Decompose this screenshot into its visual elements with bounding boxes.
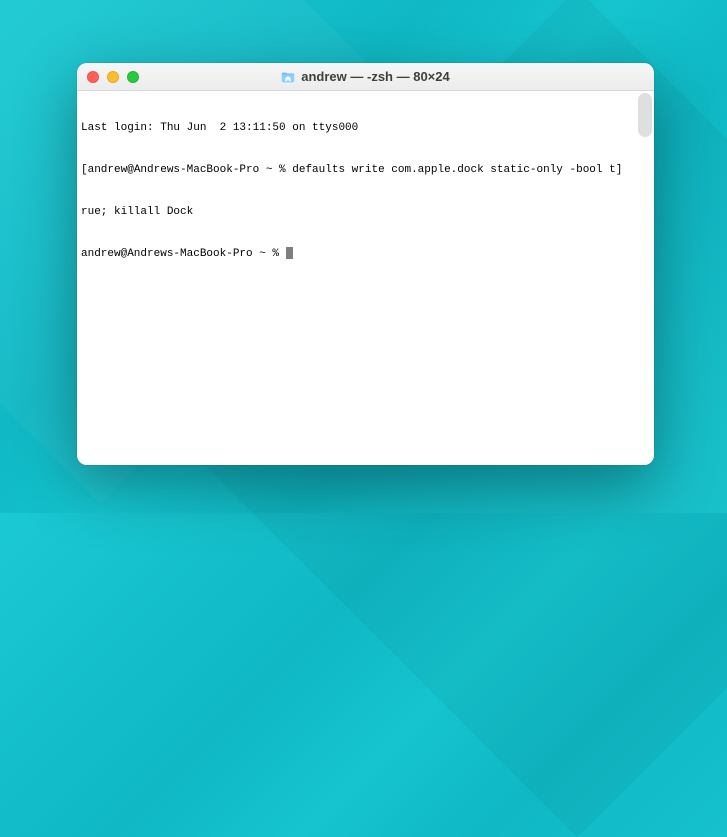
prompt-2: andrew@Andrews-MacBook-Pro ~ % xyxy=(81,247,286,261)
prompt-1: andrew@Andrews-MacBook-Pro ~ % xyxy=(88,163,293,177)
terminal-body[interactable]: Last login: Thu Jun 2 13:11:50 on ttys00… xyxy=(77,91,654,465)
cmd-1a: defaults write com.apple.dock static-onl… xyxy=(292,163,615,177)
cursor xyxy=(286,247,293,259)
last-login-line: Last login: Thu Jun 2 13:11:50 on ttys00… xyxy=(81,121,650,135)
terminal-output: Last login: Thu Jun 2 13:11:50 on ttys00… xyxy=(81,93,650,289)
titlebar[interactable]: andrew — -zsh — 80×24 xyxy=(77,63,654,91)
cmd-line-1b: rue; killall Dock xyxy=(81,205,650,219)
home-folder-icon xyxy=(281,70,295,84)
traffic-lights xyxy=(77,71,139,83)
close-button[interactable] xyxy=(87,71,99,83)
last-login-text: Last login: Thu Jun 2 13:11:50 on ttys00… xyxy=(81,121,358,135)
cmd-line-1: [andrew@Andrews-MacBook-Pro ~ % defaults… xyxy=(81,163,650,177)
window-title: andrew — -zsh — 80×24 xyxy=(301,69,449,84)
maximize-button[interactable] xyxy=(127,71,139,83)
wrap-bracket-close-icon: ] xyxy=(616,163,623,177)
title-wrap: andrew — -zsh — 80×24 xyxy=(77,69,654,84)
minimize-button[interactable] xyxy=(107,71,119,83)
wrap-bracket-open-icon: [ xyxy=(81,163,88,177)
terminal-window: andrew — -zsh — 80×24 Last login: Thu Ju… xyxy=(77,63,654,465)
cmd-1b: rue; killall Dock xyxy=(81,205,193,219)
scrollbar[interactable] xyxy=(638,93,652,137)
prompt-line-2: andrew@Andrews-MacBook-Pro ~ % xyxy=(81,247,650,261)
